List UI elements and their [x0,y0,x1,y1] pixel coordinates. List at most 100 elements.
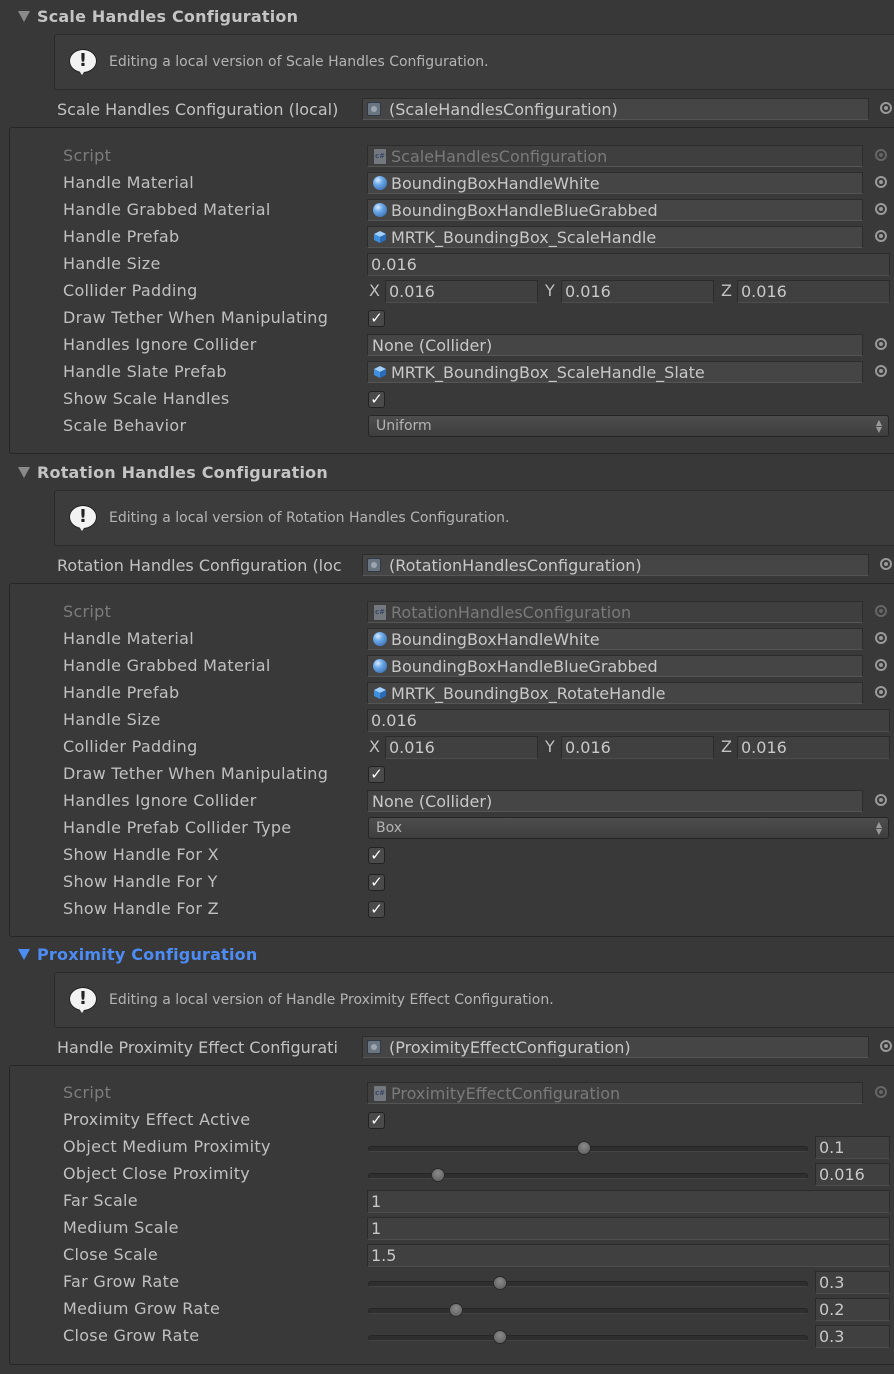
far-scale-input[interactable]: 1 [367,1190,890,1213]
prefab-cube-icon [373,230,387,244]
handle-prefab-label: Handle Prefab [63,227,180,246]
scale-behavior-dropdown[interactable]: Uniform ▲ ▼ [368,415,889,437]
medium-grow-rate-slider[interactable] [368,1308,808,1314]
show-z-checkbox[interactable]: ✓ [368,901,385,918]
object-picker-icon[interactable] [880,558,892,570]
dropdown-arrows-icon: ▲ ▼ [875,418,882,434]
scale-section-header[interactable]: Scale Handles Configuration [16,4,298,28]
close-grow-rate-input[interactable]: 0.3 [815,1325,890,1348]
show-y-checkbox[interactable]: ✓ [368,874,385,891]
collider-padding-y-input[interactable]: 0.016 [561,736,714,759]
handle-grabbed-material-label: Handle Grabbed Material [63,200,271,219]
collider-type-dropdown[interactable]: Box ▲ ▼ [368,817,889,839]
show-x-checkbox[interactable]: ✓ [368,847,385,864]
proximity-config-field[interactable]: (ProximityEffectConfiguration) [362,1036,869,1058]
object-picker-icon [875,1086,887,1098]
object-picker-icon[interactable] [880,102,892,114]
object-close-proximity-input[interactable]: 0.016 [815,1163,890,1186]
help-text: Editing a local version of Rotation Hand… [109,510,510,526]
far-grow-rate-slider[interactable] [368,1281,808,1287]
y-axis-label: Y [545,281,555,300]
handle-slate-prefab-field[interactable]: MRTK_BoundingBox_ScaleHandle_Slate [367,361,863,383]
show-x-label: Show Handle For X [63,845,219,864]
help-box: ! Editing a local version of Rotation Ha… [54,490,894,546]
collider-padding-y-input[interactable]: 0.016 [561,280,714,303]
object-medium-proximity-input[interactable]: 0.1 [815,1136,890,1159]
handle-size-input[interactable]: 0.016 [367,253,890,276]
rotation-section-header[interactable]: Rotation Handles Configuration [16,460,328,484]
handle-size-input[interactable]: 0.016 [367,709,890,732]
script-label: Script [63,146,112,165]
slider-thumb[interactable] [576,1141,591,1155]
object-picker-icon[interactable] [875,176,887,188]
collider-padding-label: Collider Padding [63,281,198,300]
material-sphere-icon [373,203,387,217]
checkmark-icon: ✓ [370,765,383,783]
proximity-section-header[interactable]: Proximity Configuration [16,942,257,966]
object-picker-icon[interactable] [880,1040,892,1052]
handles-ignore-collider-field[interactable]: None (Collider) [367,334,863,356]
section-title: Scale Handles Configuration [37,6,299,26]
script-label: Script [63,1083,112,1102]
handle-prefab-field[interactable]: MRTK_BoundingBox_ScaleHandle [367,226,863,248]
draw-tether-label: Draw Tether When Manipulating [63,308,329,327]
handle-slate-prefab-label: Handle Slate Prefab [63,362,227,381]
collider-padding-z-input[interactable]: 0.016 [737,736,890,759]
proximity-active-checkbox[interactable]: ✓ [368,1112,385,1129]
handle-size-label: Handle Size [63,710,161,729]
proximity-active-label: Proximity Effect Active [63,1110,251,1129]
slider-thumb[interactable] [493,1276,507,1290]
object-picker-icon[interactable] [875,365,887,377]
collider-padding-z-input[interactable]: 0.016 [737,280,890,303]
handle-grabbed-material-field[interactable]: BoundingBoxHandleBlueGrabbed [367,655,863,677]
medium-grow-rate-input[interactable]: 0.2 [815,1298,890,1321]
config-label: Scale Handles Configuration (local) [57,99,339,119]
script-field: ProximityEffectConfiguration [367,1082,863,1104]
draw-tether-checkbox[interactable]: ✓ [368,766,385,783]
handles-ignore-collider-label: Handles Ignore Collider [63,791,257,810]
handle-material-field[interactable]: BoundingBoxHandleWhite [367,172,863,194]
foldout-triangle-icon[interactable] [18,466,30,478]
medium-scale-input[interactable]: 1 [367,1217,890,1240]
scale-config-field[interactable]: (ScaleHandlesConfiguration) [362,98,869,120]
collider-padding-x-input[interactable]: 0.016 [385,280,538,303]
object-picker-icon [875,605,887,617]
object-picker-icon[interactable] [875,203,887,215]
handles-ignore-collider-label: Handles Ignore Collider [63,335,257,354]
collider-padding-x-input[interactable]: 0.016 [385,736,538,759]
draw-tether-checkbox[interactable]: ✓ [368,310,385,327]
script-field: ScaleHandlesConfiguration [367,145,863,167]
show-scale-handles-checkbox[interactable]: ✓ [368,391,385,408]
object-picker-icon[interactable] [875,632,887,644]
draw-tether-label: Draw Tether When Manipulating [63,764,329,783]
handle-material-field[interactable]: BoundingBoxHandleWhite [367,628,863,650]
object-picker-icon[interactable] [875,686,887,698]
object-picker-icon[interactable] [875,659,887,671]
show-z-label: Show Handle For Z [63,899,219,918]
foldout-triangle-icon[interactable] [18,10,30,22]
object-picker-icon[interactable] [875,338,887,350]
slider-thumb[interactable] [493,1330,507,1344]
handle-prefab-field[interactable]: MRTK_BoundingBox_RotateHandle [367,682,863,704]
medium-grow-rate-label: Medium Grow Rate [63,1299,221,1318]
config-label: Rotation Handles Configuration (loc [57,555,342,575]
far-grow-rate-input[interactable]: 0.3 [815,1271,890,1294]
checkmark-icon: ✓ [370,309,383,327]
x-axis-label: X [369,737,380,756]
object-picker-icon[interactable] [875,230,887,242]
handle-size-label: Handle Size [63,254,161,273]
close-grow-rate-label: Close Grow Rate [63,1326,200,1345]
object-medium-proximity-label: Object Medium Proximity [63,1137,271,1156]
object-close-proximity-label: Object Close Proximity [63,1164,251,1183]
close-grow-rate-slider[interactable] [368,1335,808,1341]
foldout-triangle-icon[interactable] [18,948,30,960]
slider-thumb[interactable] [449,1303,463,1317]
handle-material-label: Handle Material [63,173,195,192]
object-picker-icon[interactable] [875,794,887,806]
checkmark-icon: ✓ [370,873,383,891]
scale-behavior-label: Scale Behavior [63,416,187,435]
close-scale-input[interactable]: 1.5 [367,1244,890,1267]
handles-ignore-collider-field[interactable]: None (Collider) [367,790,863,812]
handle-grabbed-material-field[interactable]: BoundingBoxHandleBlueGrabbed [367,199,863,221]
rotation-config-field[interactable]: (RotationHandlesConfiguration) [362,554,869,576]
